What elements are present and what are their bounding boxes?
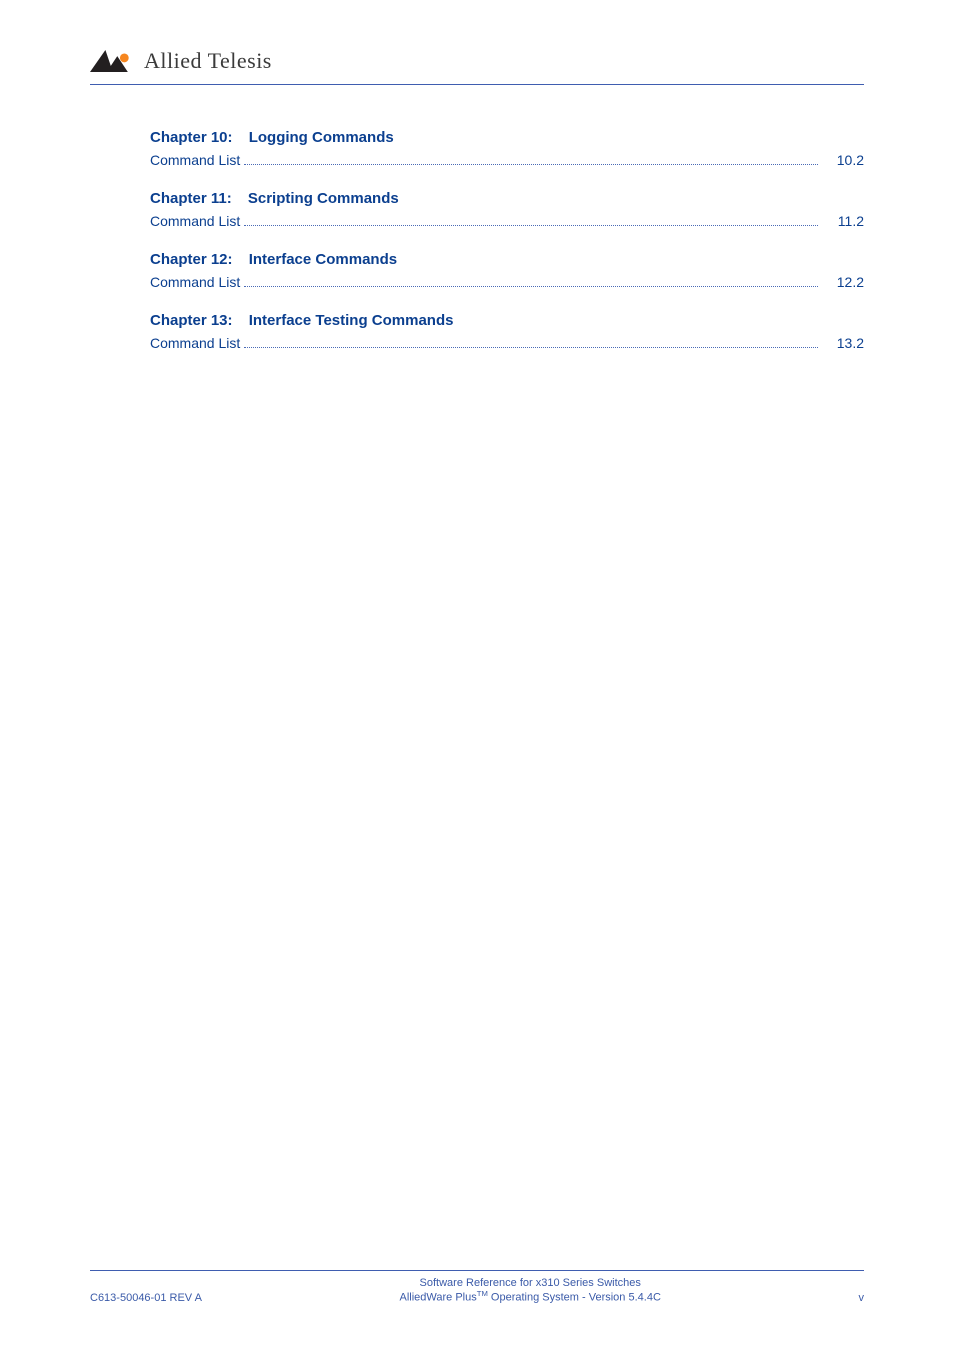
toc-leader — [244, 218, 818, 226]
footer-center: Software Reference for x310 Series Switc… — [202, 1277, 859, 1304]
toc-entry-label: Command List — [150, 152, 240, 168]
toc-entry[interactable]: Command List 10.2 — [150, 152, 864, 168]
footer-title-line1: Software Reference for x310 Series Switc… — [202, 1277, 859, 1289]
toc-chapter-number: Chapter 12: — [150, 251, 233, 268]
brand-header: Allied Telesis — [90, 48, 864, 74]
toc-chapter-title: Interface Testing Commands — [249, 312, 454, 329]
toc-chapter-number: Chapter 11: — [150, 190, 232, 207]
allied-telesis-logo-icon — [90, 50, 134, 72]
toc-chapter-title: Scripting Commands — [248, 190, 399, 207]
footer-divider — [90, 1270, 864, 1271]
footer-title-line2: AlliedWare PlusTM Operating System - Ver… — [202, 1289, 859, 1304]
toc-entry[interactable]: Command List 11.2 — [150, 213, 864, 229]
footer-row: C613-50046-01 REV A Software Reference f… — [90, 1277, 864, 1304]
table-of-contents: Chapter 10: Logging Commands Command Lis… — [150, 129, 864, 351]
trademark-icon: TM — [477, 1289, 488, 1298]
toc-section: Chapter 10: Logging Commands Command Lis… — [150, 129, 864, 168]
toc-entry-page: 13.2 — [822, 335, 864, 351]
toc-entry-page: 11.2 — [822, 213, 864, 229]
toc-entry[interactable]: Command List 12.2 — [150, 274, 864, 290]
toc-entry-label: Command List — [150, 335, 240, 351]
footer-doc-id: C613-50046-01 REV A — [90, 1292, 202, 1304]
footer-product-prefix: AlliedWare Plus — [400, 1292, 477, 1304]
toc-chapter-heading[interactable]: Chapter 10: Logging Commands — [150, 129, 864, 146]
toc-chapter-number: Chapter 10: — [150, 129, 233, 146]
toc-leader — [244, 157, 818, 165]
toc-section: Chapter 12: Interface Commands Command L… — [150, 251, 864, 290]
toc-section: Chapter 13: Interface Testing Commands C… — [150, 312, 864, 351]
toc-chapter-title: Interface Commands — [249, 251, 397, 268]
toc-chapter-heading[interactable]: Chapter 12: Interface Commands — [150, 251, 864, 268]
toc-entry-page: 12.2 — [822, 274, 864, 290]
brand-name: Allied Telesis — [144, 48, 272, 74]
toc-chapter-heading[interactable]: Chapter 11: Scripting Commands — [150, 190, 864, 207]
header-divider — [90, 84, 864, 85]
toc-section: Chapter 11: Scripting Commands Command L… — [150, 190, 864, 229]
toc-entry-label: Command List — [150, 274, 240, 290]
page: Allied Telesis Chapter 10: Logging Comma… — [0, 0, 954, 1350]
toc-entry-label: Command List — [150, 213, 240, 229]
footer-page-number: v — [859, 1292, 865, 1304]
footer-product-suffix: Operating System - Version 5.4.4C — [488, 1292, 661, 1304]
toc-chapter-heading[interactable]: Chapter 13: Interface Testing Commands — [150, 312, 864, 329]
toc-leader — [244, 279, 818, 287]
toc-entry-page: 10.2 — [822, 152, 864, 168]
toc-leader — [244, 340, 818, 348]
toc-chapter-title: Logging Commands — [249, 129, 394, 146]
page-footer: C613-50046-01 REV A Software Reference f… — [90, 1270, 864, 1304]
toc-chapter-number: Chapter 13: — [150, 312, 233, 329]
toc-entry[interactable]: Command List 13.2 — [150, 335, 864, 351]
